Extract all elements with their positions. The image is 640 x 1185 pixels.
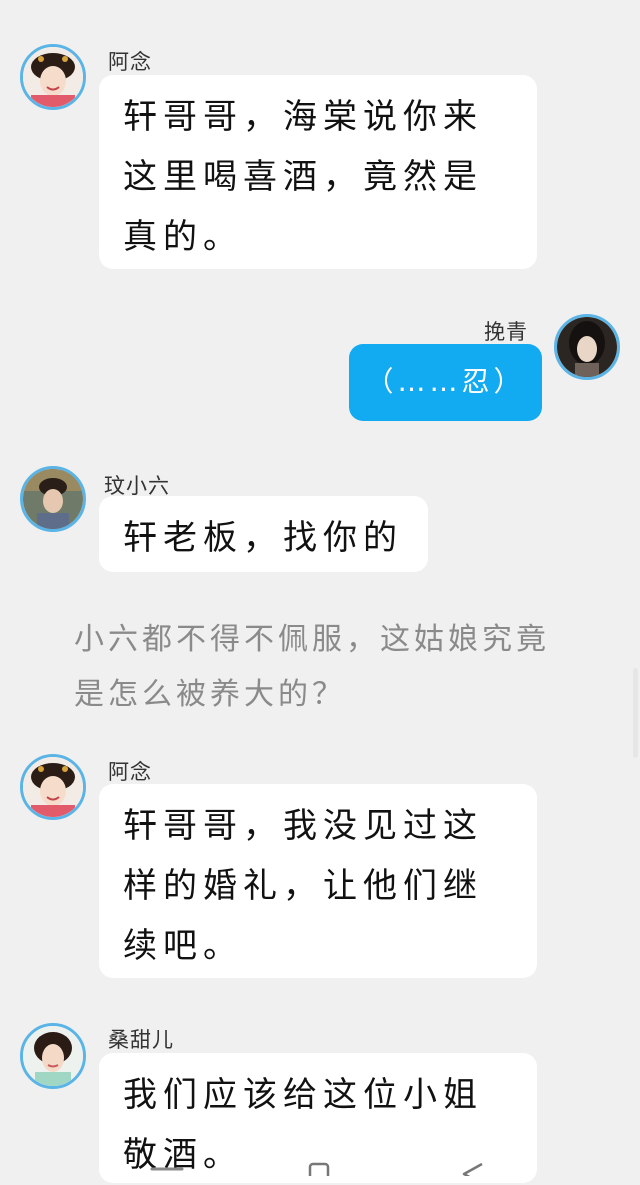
narration-text: 小六都不得不佩服，这姑娘究竟是怎么被养大的？ bbox=[74, 622, 550, 712]
avatar[interactable] bbox=[20, 754, 86, 820]
avatar-wan-qing-icon bbox=[557, 317, 617, 377]
avatar[interactable] bbox=[20, 44, 86, 110]
message-text: 轩老板，找你的 bbox=[123, 518, 403, 558]
avatar-wen-xiao-liu-icon bbox=[23, 469, 83, 529]
avatar-a-nian-icon bbox=[23, 757, 83, 817]
avatar-sang-tian-er-icon bbox=[23, 1026, 83, 1086]
sender-name: 桑甜儿 bbox=[108, 1028, 174, 1052]
avatar-a-nian-icon bbox=[23, 47, 83, 107]
message-text: 轩哥哥，海棠说你来这里喝喜酒，竟然是真的。 bbox=[123, 97, 483, 257]
message-bubble[interactable]: 轩哥哥，海棠说你来这里喝喜酒，竟然是真的。 bbox=[99, 75, 537, 269]
avatar[interactable] bbox=[554, 314, 620, 380]
sender-name: 挽青 bbox=[484, 320, 528, 344]
avatar[interactable] bbox=[20, 466, 86, 532]
message-text: （……忍） bbox=[365, 365, 526, 398]
sender-name: 阿念 bbox=[108, 760, 152, 784]
message-bubble[interactable]: 轩哥哥，我没见过这样的婚礼，让他们继续吧。 bbox=[99, 784, 537, 978]
message-bubble[interactable]: 轩老板，找你的 bbox=[99, 496, 428, 572]
avatar[interactable] bbox=[20, 1023, 86, 1089]
back-icon[interactable] bbox=[460, 1162, 486, 1176]
recents-icon[interactable] bbox=[308, 1162, 330, 1176]
message-bubble-outgoing[interactable]: （……忍） bbox=[349, 344, 542, 421]
sender-name: 阿念 bbox=[108, 50, 152, 74]
scrollbar[interactable] bbox=[633, 668, 638, 758]
system-nav-bar bbox=[0, 1150, 640, 1176]
message-text: 轩哥哥，我没见过这样的婚礼，让他们继续吧。 bbox=[123, 806, 483, 966]
home-icon[interactable] bbox=[150, 1162, 184, 1176]
